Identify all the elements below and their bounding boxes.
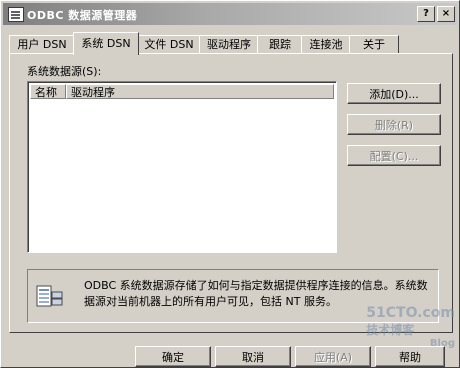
system-data-sources-label: 系统数据源(S): — [27, 65, 102, 78]
watermark-line-2: 技术博客 — [366, 323, 415, 337]
watermark-line-1: 51CTO.com — [366, 305, 455, 321]
tab-file-dsn[interactable]: 文件 DSN — [137, 35, 201, 54]
odbc-dialog: ODBC 数据源管理器 ? × 用户 DSN 系统 DSN 文件 DSN 驱动程… — [0, 0, 460, 368]
cancel-button[interactable]: 取消 — [215, 346, 291, 367]
odbc-app-icon — [8, 7, 24, 22]
column-header-name[interactable]: 名称 — [30, 84, 66, 99]
window-title: ODBC 数据源管理器 — [27, 9, 138, 22]
title-bar[interactable]: ODBC 数据源管理器 ? × — [3, 3, 457, 25]
column-header-driver[interactable]: 驱动程序 — [66, 84, 334, 99]
watermark: 51CTO.com 技术博客 Blog — [366, 305, 455, 349]
data-sources-icon — [36, 285, 63, 307]
apply-button[interactable]: 应用(A) — [295, 346, 371, 367]
tab-about[interactable]: 关于 — [349, 35, 399, 54]
help-button[interactable]: 帮助 — [375, 346, 445, 367]
help-title-button[interactable]: ? — [417, 6, 435, 22]
tab-connection-pooling[interactable]: 连接池 — [301, 35, 351, 54]
add-button[interactable]: 添加(D)... — [347, 83, 441, 104]
system-dsn-list[interactable]: 名称 驱动程序 — [27, 81, 337, 253]
tab-tracing[interactable]: 跟踪 — [257, 35, 303, 54]
ok-button[interactable]: 确定 — [135, 346, 211, 367]
tab-user-dsn[interactable]: 用户 DSN — [9, 35, 75, 54]
close-button[interactable]: × — [437, 6, 455, 22]
tab-system-dsn[interactable]: 系统 DSN — [73, 32, 139, 55]
remove-button[interactable]: 删除(R) — [347, 114, 441, 135]
watermark-line-3: Blog — [429, 338, 455, 349]
tab-drivers[interactable]: 驱动程序 — [199, 35, 259, 54]
configure-button[interactable]: 配置(C)... — [347, 145, 441, 166]
list-header: 名称 驱动程序 — [30, 84, 334, 100]
